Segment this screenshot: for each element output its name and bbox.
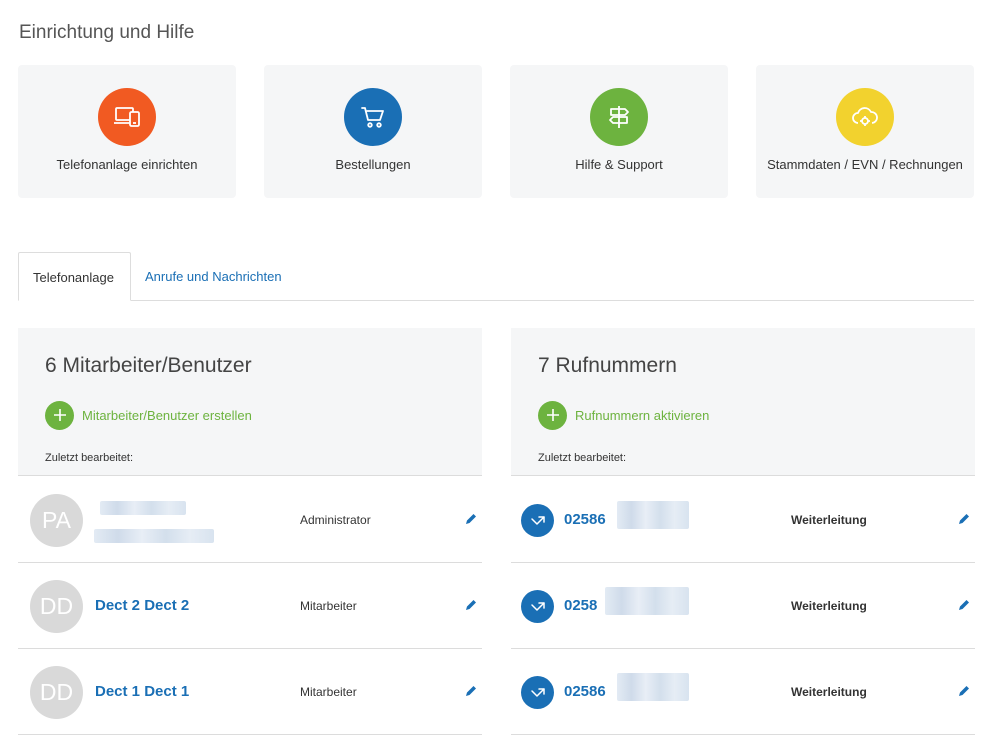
number-row: 0258 Weiterleitung [511,563,975,649]
user-row: DD Dect 2 Dect 2 Mitarbeiter [18,563,482,649]
number-type: Weiterleitung [791,599,867,613]
user-row: DD Dect 1 Dect 1 Mitarbeiter [18,649,482,735]
tile-telefonanlage-einrichten[interactable]: Telefonanlage einrichten [18,65,236,198]
phone-number-link[interactable]: 0258 [564,597,597,614]
devices-icon [98,88,156,146]
section-title: Einrichtung und Hilfe [19,22,195,43]
redacted-number [617,673,689,701]
tile-bestellungen[interactable]: Bestellungen [264,65,482,198]
user-role: Mitarbeiter [300,685,357,699]
tab-anrufe-nachrichten[interactable]: Anrufe und Nachrichten [131,252,296,301]
add-user-label: Mitarbeiter/Benutzer erstellen [82,407,252,423]
pencil-icon[interactable] [464,684,478,698]
last-edited-label: Zuletzt bearbeitet: [45,452,134,464]
avatar: DD [30,580,83,633]
user-name-link[interactable]: Dect 1 Dect 1 [95,683,189,700]
tile-label: Stammdaten / EVN / Rechnungen [767,157,963,172]
plus-icon [538,400,567,430]
cloud-gear-icon [836,88,894,146]
tile-label: Bestellungen [335,157,411,172]
pencil-icon[interactable] [957,512,971,526]
activate-numbers-label: Rufnummern aktivieren [575,407,710,423]
last-edited-label: Zuletzt bearbeitet: [538,452,627,464]
setup-tiles: Telefonanlage einrichten Bestellungen Hi… [18,65,976,198]
phone-number-link[interactable]: 02586 [564,683,606,700]
shopping-cart-icon [344,88,402,146]
pencil-icon[interactable] [957,684,971,698]
users-panel: 6 Mitarbeiter/Benutzer Mitarbeiter/Benut… [18,328,482,736]
tile-label: Telefonanlage einrichten [56,157,198,172]
redacted-number [605,587,689,615]
pencil-icon[interactable] [464,512,478,526]
redacted-email [94,529,214,543]
user-row: PA Administrator [18,477,482,563]
call-forward-icon [521,504,554,537]
tab-bar: Telefonanlage Anrufe und Nachrichten [18,252,974,301]
tab-telefonanlage[interactable]: Telefonanlage [18,252,131,301]
number-row: 02586 Weiterleitung [511,649,975,735]
redacted-number [617,501,689,529]
signpost-icon [590,88,648,146]
tile-label: Hilfe & Support [575,157,663,172]
user-role: Mitarbeiter [300,599,357,613]
call-forward-icon [521,590,554,623]
add-user-button[interactable]: Mitarbeiter/Benutzer erstellen [45,400,252,430]
phone-number-link[interactable]: 02586 [564,511,606,528]
avatar: DD [30,666,83,719]
number-type: Weiterleitung [791,685,867,699]
tile-hilfe-support[interactable]: Hilfe & Support [510,65,728,198]
call-forward-icon [521,676,554,709]
pencil-icon[interactable] [957,598,971,612]
tile-stammdaten[interactable]: Stammdaten / EVN / Rechnungen [756,65,974,198]
number-type: Weiterleitung [791,513,867,527]
numbers-panel-header: 7 Rufnummern Rufnummern aktivieren Zulet… [511,328,975,476]
redacted-name [100,501,186,515]
plus-icon [45,400,74,430]
user-role: Administrator [300,513,371,527]
users-panel-title: 6 Mitarbeiter/Benutzer [45,354,252,377]
user-name-link[interactable]: Dect 2 Dect 2 [95,597,189,614]
avatar: PA [30,494,83,547]
numbers-panel-title: 7 Rufnummern [538,354,677,377]
numbers-panel: 7 Rufnummern Rufnummern aktivieren Zulet… [511,328,975,736]
activate-numbers-button[interactable]: Rufnummern aktivieren [538,400,709,430]
users-panel-header: 6 Mitarbeiter/Benutzer Mitarbeiter/Benut… [18,328,482,476]
pencil-icon[interactable] [464,598,478,612]
number-row: 02586 Weiterleitung [511,477,975,563]
